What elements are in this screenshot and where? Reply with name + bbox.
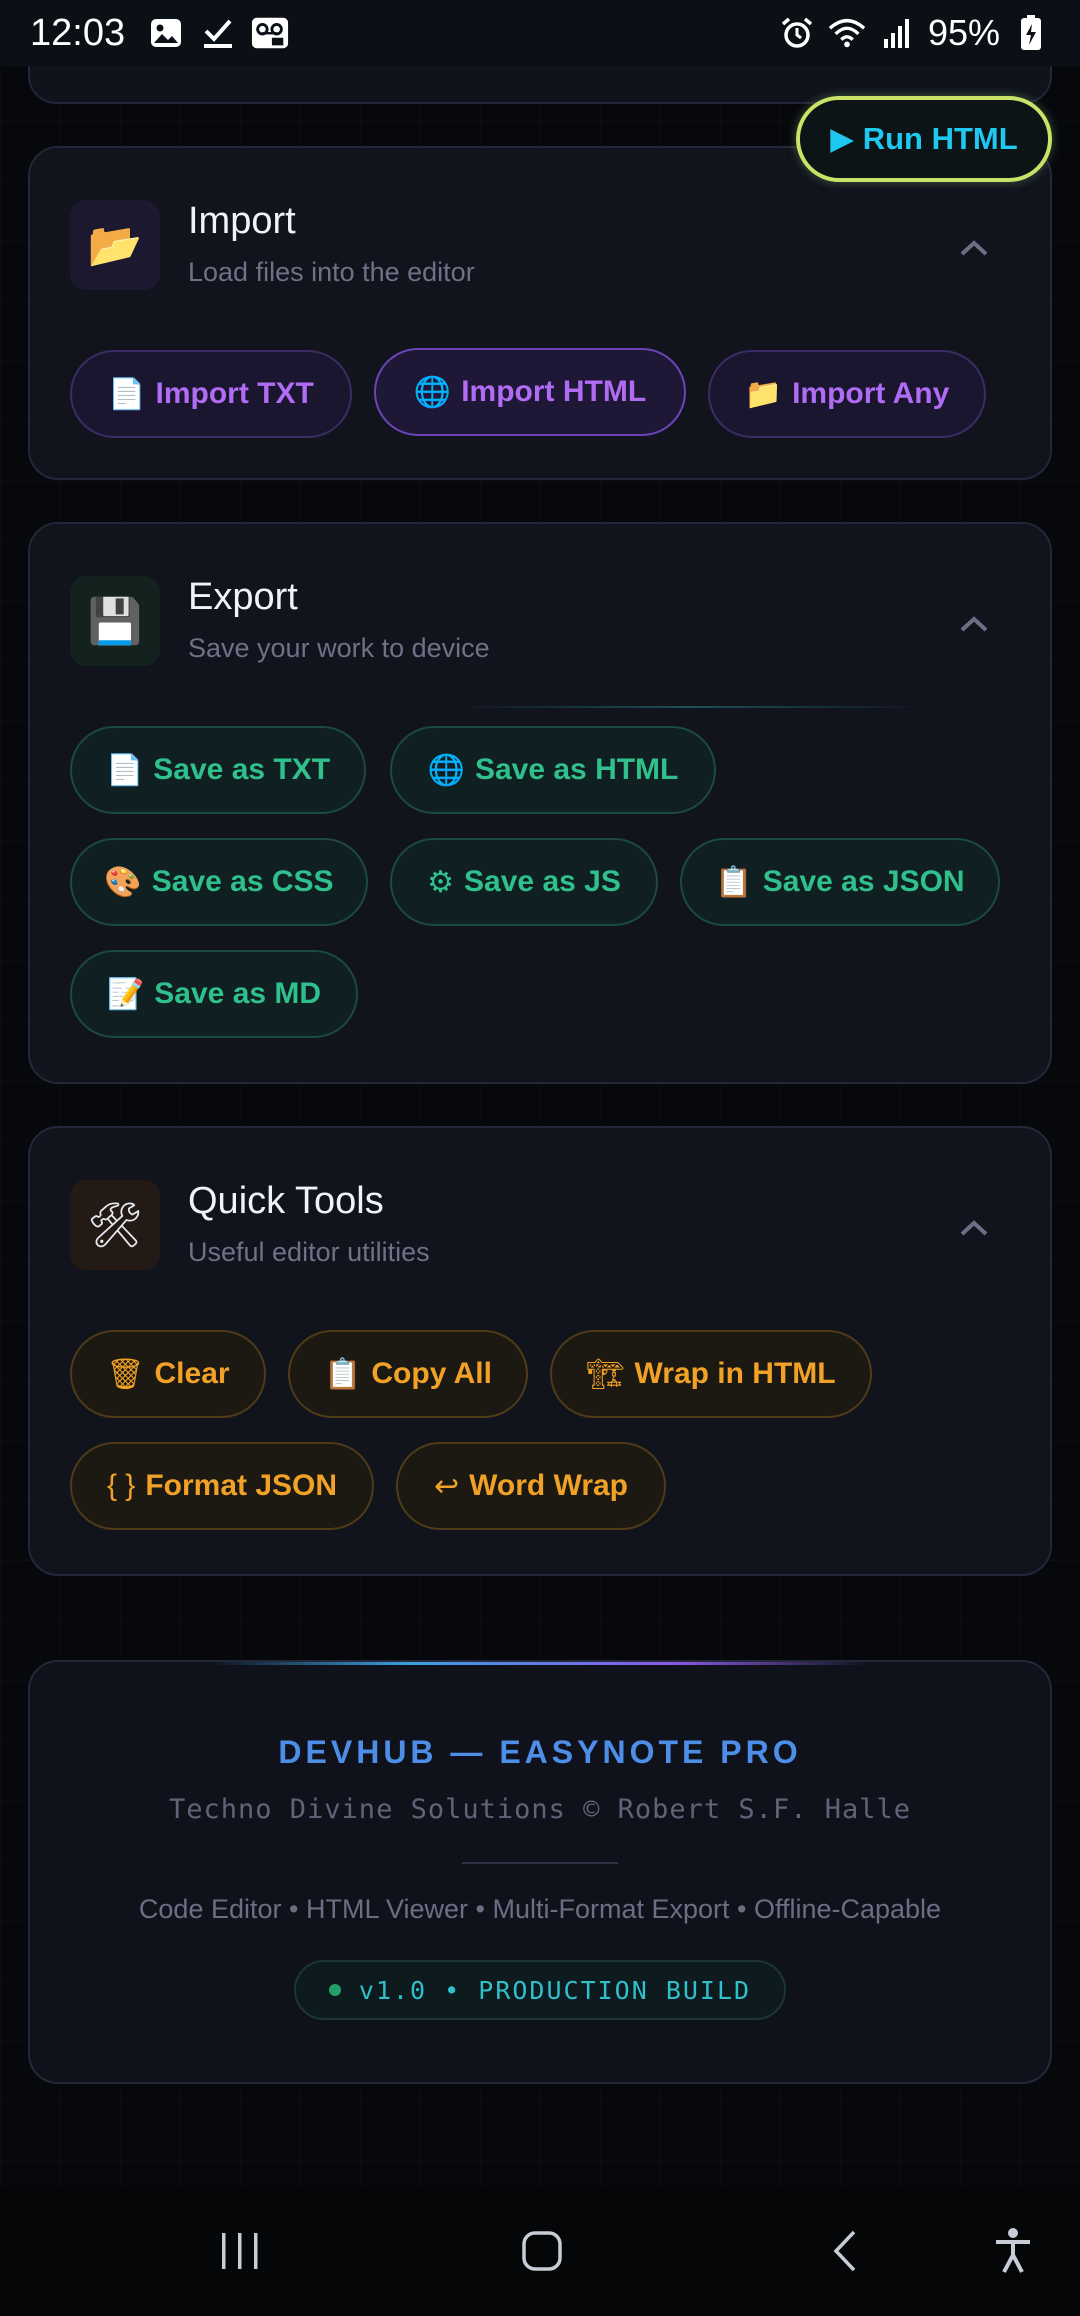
check-icon bbox=[199, 14, 237, 52]
gear-icon: ⚙ bbox=[427, 865, 455, 899]
clear-label: Clear bbox=[154, 1357, 230, 1390]
save-html-button[interactable]: 🌐 Save as HTML bbox=[390, 726, 716, 814]
import-html-button[interactable]: 🌐 Import HTML bbox=[374, 348, 686, 436]
footer-glow-line bbox=[210, 1662, 870, 1665]
collapse-chevron-icon[interactable] bbox=[954, 604, 994, 644]
alarm-icon bbox=[778, 14, 816, 52]
clipboard-icon: 📋 bbox=[715, 865, 753, 899]
save-html-label: Save as HTML bbox=[474, 753, 679, 786]
export-title: Export bbox=[188, 576, 298, 618]
format-json-button[interactable]: { } Format JSON bbox=[70, 1442, 374, 1530]
folder-icon: 📂 bbox=[70, 200, 160, 290]
globe-icon: 🌐 bbox=[427, 753, 465, 787]
save-txt-label: Save as TXT bbox=[153, 753, 331, 786]
wrap-in-html-label: Wrap in HTML bbox=[634, 1357, 836, 1390]
quick-tools-subtitle: Useful editor utilities bbox=[188, 1237, 430, 1267]
copy-all-button[interactable]: 📋 Copy All bbox=[288, 1330, 528, 1418]
save-txt-button[interactable]: 📄 Save as TXT bbox=[70, 726, 366, 814]
footer-title: DEVHUB — EASYNOTE PRO bbox=[278, 1734, 802, 1770]
import-any-button[interactable]: 📁 Import Any bbox=[708, 350, 986, 438]
folder-icon: 📁 bbox=[744, 377, 783, 411]
trash-icon: 🗑 bbox=[106, 1357, 145, 1391]
save-json-label: Save as JSON bbox=[762, 865, 965, 898]
floppy-disk-icon: 💾 bbox=[70, 576, 160, 666]
document-icon: 📄 bbox=[105, 753, 144, 787]
clipboard-icon: 📋 bbox=[324, 1357, 362, 1391]
word-wrap-button[interactable]: ↩ Word Wrap bbox=[396, 1442, 666, 1530]
import-txt-button[interactable]: 📄 Import TXT bbox=[70, 350, 352, 438]
collapse-chevron-icon[interactable] bbox=[954, 1208, 994, 1248]
save-js-label: Save as JS bbox=[464, 865, 621, 898]
save-md-button[interactable]: 📝 Save as MD bbox=[70, 950, 358, 1038]
system-nav-bar bbox=[0, 2186, 1080, 2316]
import-any-label: Import Any bbox=[792, 377, 950, 410]
export-card: 💾 Export Save your work to device 📄 Save… bbox=[28, 522, 1052, 1084]
palette-icon: 🎨 bbox=[104, 865, 142, 899]
braces-icon: { } bbox=[106, 1469, 136, 1502]
import-card: 📂 Import Load files into the editor 📄 Im… bbox=[28, 146, 1052, 480]
signal-icon bbox=[878, 14, 916, 52]
collapse-chevron-icon[interactable] bbox=[954, 228, 994, 268]
recent-apps-icon[interactable] bbox=[205, 2216, 275, 2286]
footer-divider bbox=[462, 1862, 618, 1864]
save-json-button[interactable]: 📋 Save as JSON bbox=[680, 838, 1000, 926]
tools-icon: 🛠 bbox=[70, 1180, 160, 1270]
export-subtitle: Save your work to device bbox=[188, 633, 490, 663]
footer-credit: Techno Divine Solutions © Robert S.F. Ha… bbox=[169, 1794, 911, 1825]
status-dot-icon bbox=[328, 1984, 341, 1996]
image-icon bbox=[147, 14, 185, 52]
version-label: v1.0 • PRODUCTION BUILD bbox=[358, 1975, 752, 2005]
run-html-button[interactable]: ▶ Run HTML bbox=[796, 96, 1052, 182]
save-css-button[interactable]: 🎨 Save as CSS bbox=[70, 838, 368, 926]
copy-all-label: Copy All bbox=[371, 1357, 492, 1390]
battery-icon bbox=[1012, 14, 1050, 52]
status-bar: 12:03 95% bbox=[0, 0, 1080, 66]
clear-button[interactable]: 🗑 Clear bbox=[70, 1330, 266, 1418]
footer-features: Code Editor • HTML Viewer • Multi-Format… bbox=[138, 1894, 942, 1924]
import-html-label: Import HTML bbox=[461, 375, 647, 408]
footer-card: DEVHUB — EASYNOTE PRO Techno Divine Solu… bbox=[28, 1660, 1052, 2084]
quick-tools-card: 🛠 Quick Tools Useful editor utilities 🗑 … bbox=[28, 1126, 1052, 1576]
save-md-label: Save as MD bbox=[154, 977, 322, 1010]
voicemail-icon bbox=[251, 14, 289, 52]
import-txt-label: Import TXT bbox=[155, 377, 314, 410]
status-time: 12:03 bbox=[30, 11, 126, 54]
version-badge: v1.0 • PRODUCTION BUILD bbox=[294, 1960, 786, 2020]
import-title: Import bbox=[188, 200, 296, 242]
format-json-label: Format JSON bbox=[145, 1469, 338, 1502]
return-arrow-icon: ↩ bbox=[433, 1469, 460, 1503]
home-icon[interactable] bbox=[507, 2216, 577, 2286]
word-wrap-label: Word Wrap bbox=[469, 1469, 629, 1502]
accessibility-icon[interactable] bbox=[978, 2216, 1048, 2286]
import-subtitle: Load files into the editor bbox=[188, 257, 475, 287]
header-divider bbox=[450, 706, 930, 708]
save-js-button[interactable]: ⚙ Save as JS bbox=[390, 838, 658, 926]
document-icon: 📄 bbox=[108, 377, 146, 411]
battery-percent: 95% bbox=[927, 12, 1000, 53]
globe-icon: 🌐 bbox=[413, 375, 452, 409]
wifi-icon bbox=[828, 14, 866, 52]
save-css-label: Save as CSS bbox=[151, 865, 334, 898]
back-icon[interactable] bbox=[810, 2216, 880, 2286]
wrap-in-html-button[interactable]: 🏗 Wrap in HTML bbox=[550, 1330, 872, 1418]
construction-icon: 🏗 bbox=[586, 1357, 625, 1391]
quick-tools-title: Quick Tools bbox=[188, 1180, 384, 1222]
memo-icon: 📝 bbox=[106, 977, 145, 1011]
